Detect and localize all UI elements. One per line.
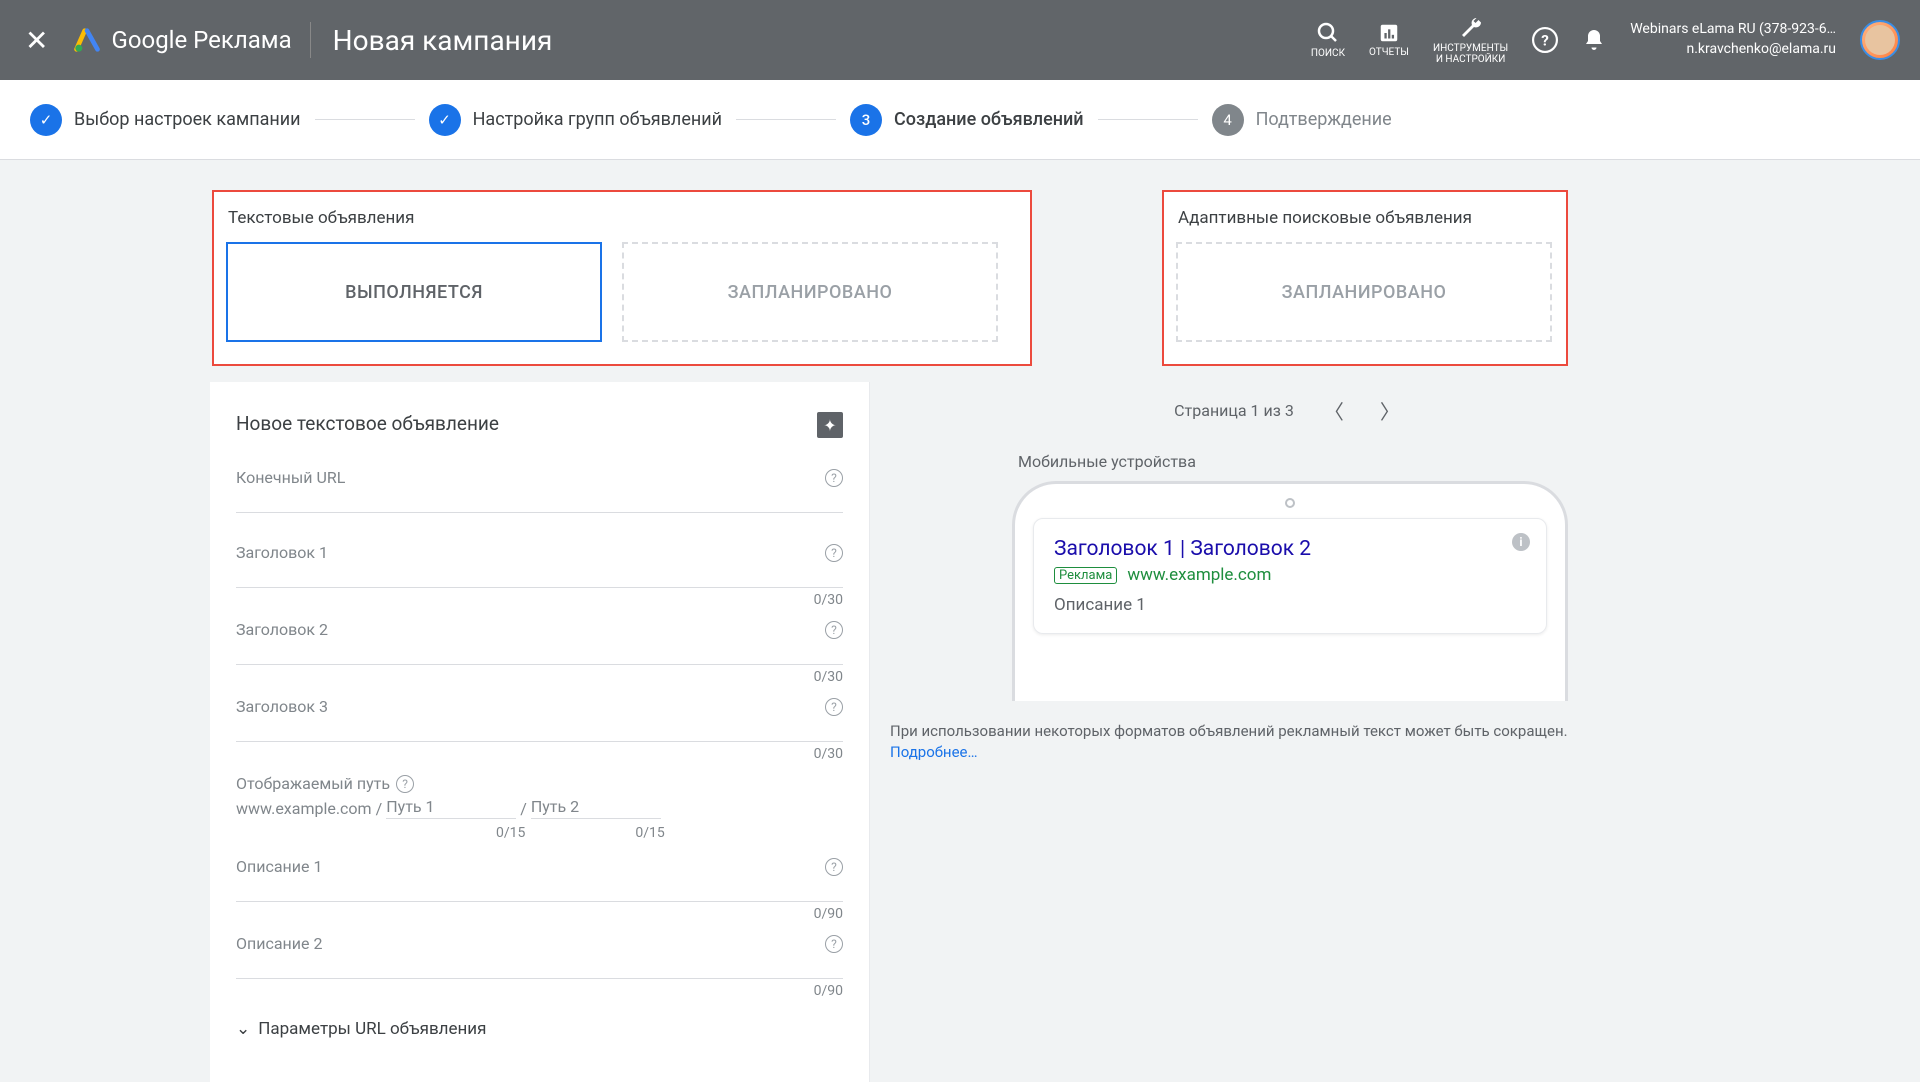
product-logo[interactable]: Google Реклама [73,26,291,54]
headline3-field: Заголовок 3 ? 0/30 [236,697,843,762]
help-icon[interactable]: ? [396,775,414,793]
final-url-field: Конечный URL ? [236,468,843,513]
campaign-stepper: ✓ Выбор настроек кампании ✓ Настройка гр… [0,80,1920,160]
reports-button[interactable]: ОТЧЕТЫ [1369,22,1409,58]
help-icon[interactable]: ? [825,858,843,876]
description1-field: Описание 1 ? 0/90 [236,857,843,922]
wrench-icon [1459,16,1483,40]
url-options-toggle[interactable]: ⌄ Параметры URL объявления [236,1019,843,1039]
svg-text:?: ? [1541,31,1549,49]
phone-preview-frame: i Заголовок 1 | Заголовок 2 Реклама www.… [1012,481,1568,701]
form-heading: Новое текстовое объявление [236,412,499,435]
ad-preview-card: i Заголовок 1 | Заголовок 2 Реклама www.… [1033,518,1547,634]
divider [310,22,311,58]
tab-running[interactable]: ВЫПОЛНЯЕТСЯ [226,242,602,342]
step-campaign-settings[interactable]: ✓ Выбор настроек кампании [30,104,301,136]
headline2-input[interactable] [236,635,843,665]
notifications-icon[interactable] [1582,28,1606,52]
ad-form-panel: Новое текстовое объявление ✦ Конечный UR… [210,382,1710,1082]
final-url-input[interactable] [236,483,843,513]
tools-button[interactable]: ИНСТРУМЕНТЫ И НАСТРОЙКИ [1433,16,1508,65]
chevron-down-icon: ⌄ [236,1019,250,1039]
description2-field: Описание 2 ? 0/90 [236,934,843,999]
search-icon [1316,21,1340,45]
description2-input[interactable] [236,949,843,979]
user-info[interactable]: Webinars eLama RU (378-923-6… n.kravchen… [1630,20,1836,59]
help-icon[interactable]: ? [825,621,843,639]
learn-more-link[interactable]: Подробнее… [890,743,978,761]
info-icon[interactable]: i [1512,533,1530,551]
prev-page-icon[interactable]: 〈 [1318,390,1350,431]
preview-disclaimer: При использовании некоторых форматов объ… [870,701,1710,763]
ad-preview: Страница 1 из 3 〈 〉 Мобильные устройства… [870,382,1710,1082]
page-title: Новая кампания [333,24,553,57]
text-ads-box: Текстовые объявления ВЫПОЛНЯЕТСЯ ЗАПЛАНИ… [212,190,1032,366]
step-ads[interactable]: 3 Создание объявлений [850,104,1084,136]
help-icon[interactable]: ? [825,698,843,716]
help-icon[interactable]: ? [825,544,843,562]
help-icon[interactable]: ? [825,935,843,953]
ads-logo-icon [73,26,101,54]
content: Текстовые объявления ВЫПОЛНЯЕТСЯ ЗАПЛАНИ… [0,160,1920,1082]
step-confirm[interactable]: 4 Подтверждение [1212,104,1392,136]
header-right: ПОИСК ОТЧЕТЫ ИНСТРУМЕНТЫ И НАСТРОЙКИ ? W… [1311,16,1900,65]
header-left: ✕ Google Реклама Новая кампания [25,22,552,58]
headline1-input[interactable] [236,558,843,588]
path2-input[interactable]: Путь 2 [531,797,661,819]
preview-pager: Страница 1 из 3 〈 〉 [870,382,1710,438]
ideas-icon[interactable]: ✦ [817,412,843,438]
next-page-icon[interactable]: 〉 [1374,390,1406,431]
check-icon: ✓ [429,104,461,136]
path1-input[interactable]: Путь 1 [386,797,516,819]
display-path-section: Отображаемый путь ? www.example.com / Пу… [236,774,843,841]
help-icon[interactable]: ? [1532,27,1558,53]
app-header: ✕ Google Реклама Новая кампания ПОИСК ОТ… [0,0,1920,80]
headline3-input[interactable] [236,712,843,742]
search-button[interactable]: ПОИСК [1311,21,1345,59]
close-icon[interactable]: ✕ [25,24,48,57]
ad-form: Новое текстовое объявление ✦ Конечный UR… [210,382,870,1082]
logo-text: Google Реклама [111,26,291,54]
headline2-field: Заголовок 2 ? 0/30 [236,620,843,685]
step-ad-groups[interactable]: ✓ Настройка групп объявлений [429,104,722,136]
tab-scheduled[interactable]: ЗАПЛАНИРОВАНО [622,242,998,342]
headline1-field: Заголовок 1 ? 0/30 [236,543,843,608]
reports-icon [1378,22,1400,44]
phone-speaker-icon [1285,498,1295,508]
help-icon[interactable]: ? [825,469,843,487]
rsa-box: Адаптивные поисковые объявления ЗАПЛАНИР… [1162,190,1568,366]
description1-input[interactable] [236,872,843,902]
rsa-scheduled[interactable]: ЗАПЛАНИРОВАНО [1176,242,1552,342]
ad-type-selection: Текстовые объявления ВЫПОЛНЯЕТСЯ ЗАПЛАНИ… [210,190,1710,366]
check-icon: ✓ [30,104,62,136]
avatar[interactable] [1860,20,1900,60]
